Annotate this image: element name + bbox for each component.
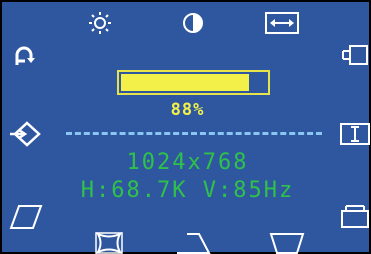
trapezoid-icon[interactable] [174, 232, 212, 254]
brightness-progress-fill [121, 74, 249, 91]
auto-adjust-icon[interactable] [10, 44, 38, 70]
horizontal-size-icon[interactable] [264, 10, 300, 36]
reverse-trapezoid-icon[interactable] [268, 232, 306, 254]
brightness-percent-label: 88% [170, 100, 205, 120]
resolution-readout: 1024x768 [126, 150, 249, 175]
vertical-size-icon[interactable] [338, 120, 371, 148]
vertical-position-icon[interactable] [338, 202, 371, 230]
horizontal-position-icon[interactable] [340, 42, 370, 68]
frequency-readout: H:68.7K V:85Hz [80, 178, 295, 203]
brightness-icon[interactable] [86, 10, 114, 36]
dashed-separator [66, 132, 322, 135]
input-source-icon[interactable] [8, 120, 42, 148]
monitor-osd-panel: 88% 1024x768 H:68.7K V:85Hz [0, 0, 371, 254]
contrast-icon[interactable] [180, 10, 206, 36]
pincushion-icon[interactable] [94, 232, 124, 254]
parallelogram-icon[interactable] [8, 202, 44, 232]
brightness-progress-bar[interactable] [117, 70, 270, 95]
